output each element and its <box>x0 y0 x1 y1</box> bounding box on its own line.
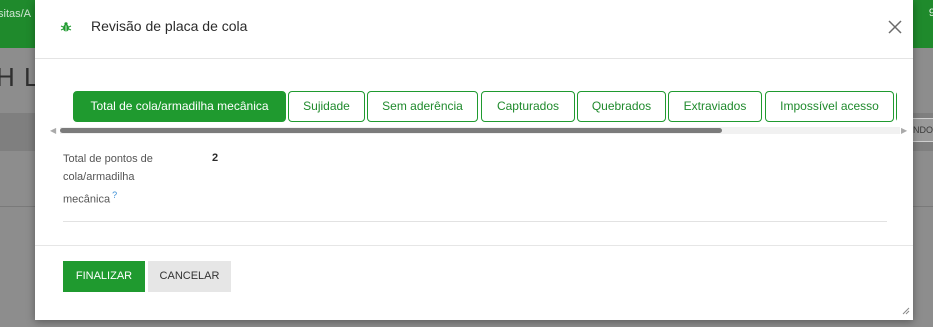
tab-scrollbar-thumb[interactable] <box>60 128 722 133</box>
close-icon[interactable] <box>887 19 903 35</box>
tab-overflow[interactable] <box>896 91 897 122</box>
tab-capturados[interactable]: Capturados <box>481 91 575 122</box>
modal-header: Revisão de placa de cola <box>35 0 913 59</box>
cancel-button[interactable]: CANCELAR <box>148 261 231 292</box>
modal-title: Revisão de placa de cola <box>91 18 248 34</box>
background-right-button: NDO <box>912 118 933 142</box>
field-value: 2 <box>212 152 219 164</box>
field-label: Total de pontos de cola/armadilha mecâni… <box>63 150 183 209</box>
resize-handle-icon[interactable] <box>902 307 910 315</box>
tab-sujidade[interactable]: Sujidade <box>288 91 365 122</box>
bug-icon <box>60 22 72 32</box>
field-label-text: Total de pontos de cola/armadilha mecâni… <box>63 153 153 206</box>
review-modal: Revisão de placa de cola Total de cola/a… <box>35 0 913 320</box>
tab-extraviados[interactable]: Extraviados <box>668 91 762 122</box>
background-topbar-text: sitas/A <box>0 8 32 20</box>
tab-scrollbar[interactable] <box>60 127 900 134</box>
tab-sem-aderencia[interactable]: Sem aderência <box>367 91 478 122</box>
field-divider <box>63 221 887 222</box>
footer-divider <box>35 245 913 246</box>
background-topbar-right-text: 9 <box>928 7 933 19</box>
help-icon[interactable]: ? <box>112 190 117 200</box>
tab-strip: Total de cola/armadilha mecânica Sujidad… <box>53 89 897 125</box>
tab-total-cola[interactable]: Total de cola/armadilha mecânica <box>73 91 286 122</box>
scroll-right-icon[interactable]: ▶ <box>901 126 907 135</box>
scroll-left-icon[interactable]: ◀ <box>50 126 56 135</box>
tab-impossivel-acesso[interactable]: Impossível acesso <box>765 91 894 122</box>
finalize-button[interactable]: FINALIZAR <box>63 261 145 292</box>
tab-quebrados[interactable]: Quebrados <box>577 91 666 122</box>
